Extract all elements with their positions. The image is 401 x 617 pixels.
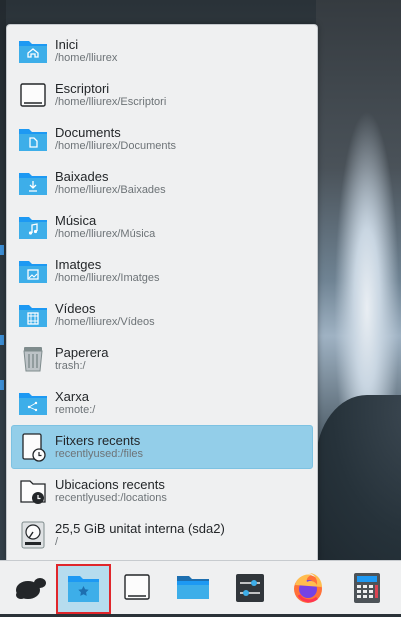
recent-files-icon: [22, 433, 46, 462]
trash-icon: [23, 347, 43, 372]
calculator-icon: [354, 573, 380, 603]
show-desktop-button[interactable]: [114, 565, 160, 611]
place-path: /home/lliurex/Imatges: [55, 272, 160, 284]
place-name: Fitxers recents: [55, 433, 141, 448]
places-list: Inici /home/lliurex Escriptori /home/lli…: [11, 29, 313, 557]
place-item-recent-files[interactable]: Fitxers recents recentlyused:/files: [11, 425, 313, 469]
firefox-button[interactable]: [285, 565, 331, 611]
places-popup: Inici /home/lliurex Escriptori /home/lli…: [6, 24, 318, 561]
taskbar: [0, 560, 401, 614]
place-name: Música: [55, 213, 97, 228]
place-path: recentlyused:/files: [55, 448, 144, 460]
system-settings-icon: [236, 574, 264, 602]
place-path: remote:/: [55, 404, 96, 416]
folder-documents-icon: [19, 129, 47, 151]
dolphin-file-manager-icon: [177, 576, 209, 599]
system-settings-button[interactable]: [227, 565, 273, 611]
place-name: 25,5 GiB unitat interna (sda2): [55, 521, 225, 536]
folder-view-widget-button[interactable]: [56, 564, 111, 614]
place-path: /: [55, 536, 59, 548]
firefox-icon: [294, 573, 322, 603]
place-item-recent-locations[interactable]: Ubicacions recents recentlyused:/locatio…: [11, 469, 313, 513]
place-path: /home/lliurex/Escriptori: [55, 96, 167, 108]
application-launcher-button[interactable]: [8, 565, 54, 611]
show-desktop-icon: [124, 574, 150, 600]
place-item-internal-drive[interactable]: 25,5 GiB unitat interna (sda2) /: [11, 513, 313, 557]
place-path: trash:/: [55, 360, 86, 372]
place-item-trash[interactable]: Paperera trash:/: [11, 337, 313, 381]
place-item-music[interactable]: Música /home/lliurex/Música: [11, 205, 313, 249]
desktop-icon: [20, 83, 46, 107]
folder-pictures-icon: [19, 261, 47, 283]
application-launcher-icon: [16, 578, 46, 599]
folder-view-widget-icon: [68, 576, 99, 602]
dolphin-file-manager-button[interactable]: [170, 565, 216, 611]
folder-home-icon: [19, 41, 47, 63]
folder-downloads-icon: [19, 173, 47, 195]
place-path: /home/lliurex/Vídeos: [55, 316, 155, 328]
wallpaper-planet: [316, 395, 401, 560]
place-name: Inici: [55, 37, 79, 52]
place-path: /home/lliurex/Documents: [55, 140, 177, 152]
calculator-button[interactable]: [344, 565, 390, 611]
place-name: Paperera: [55, 345, 109, 360]
hard-drive-icon: [21, 521, 45, 549]
place-name: Ubicacions recents: [55, 477, 165, 492]
place-path: /home/lliurex/Música: [55, 228, 156, 240]
place-item-desktop[interactable]: Escriptori /home/lliurex/Escriptori: [11, 73, 313, 117]
place-item-pictures[interactable]: Imatges /home/lliurex/Imatges: [11, 249, 313, 293]
place-name: Documents: [55, 125, 121, 140]
place-item-network[interactable]: Xarxa remote:/: [11, 381, 313, 425]
place-path: recentlyused:/locations: [55, 492, 167, 504]
place-name: Vídeos: [55, 301, 96, 316]
place-item-downloads[interactable]: Baixades /home/lliurex/Baixades: [11, 161, 313, 205]
folder-videos-icon: [19, 305, 47, 327]
place-item-documents[interactable]: Documents /home/lliurex/Documents: [11, 117, 313, 161]
place-name: Baixades: [55, 169, 109, 184]
place-name: Xarxa: [55, 389, 89, 404]
place-path: /home/lliurex: [55, 52, 118, 64]
place-path: /home/lliurex/Baixades: [55, 184, 166, 196]
place-name: Imatges: [55, 257, 102, 272]
place-name: Escriptori: [55, 81, 110, 96]
recent-locations-icon: [20, 480, 46, 504]
place-item-videos[interactable]: Vídeos /home/lliurex/Vídeos: [11, 293, 313, 337]
folder-music-icon: [19, 217, 47, 239]
folder-network-icon: [19, 393, 47, 415]
place-item-home[interactable]: Inici /home/lliurex: [11, 29, 313, 73]
